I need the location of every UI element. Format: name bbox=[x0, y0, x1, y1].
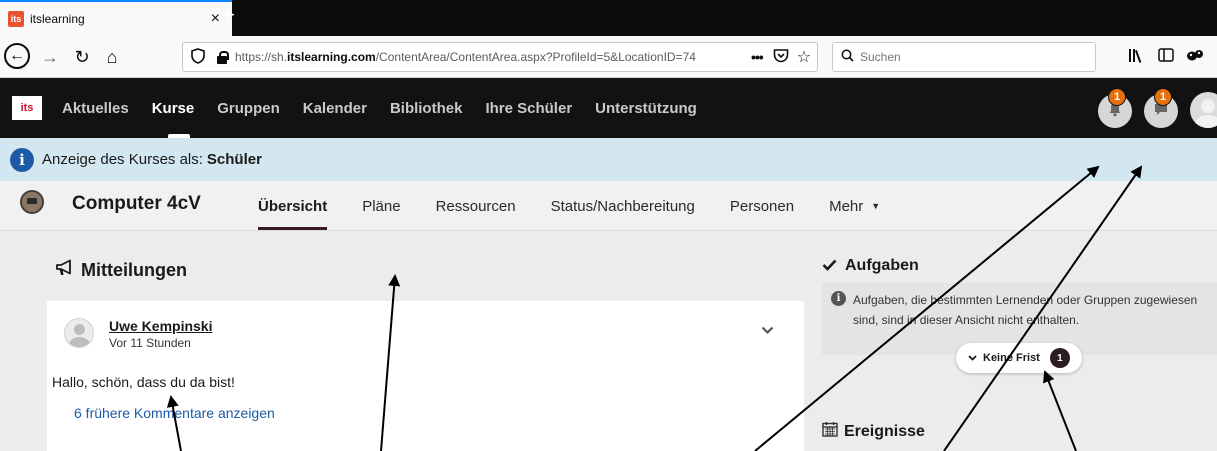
messages-badge: 1 bbox=[1154, 88, 1172, 106]
back-button[interactable]: ← bbox=[4, 43, 30, 69]
app-header: its Aktuelles Kurse Gruppen Kalender Bib… bbox=[0, 78, 1217, 138]
course-tabs: Übersicht Pläne Ressourcen Status/Nachbe… bbox=[258, 181, 915, 231]
course-bar: Computer 4cV Übersicht Pläne Ressourcen … bbox=[0, 181, 1217, 231]
tab-ressourcen[interactable]: Ressourcen bbox=[436, 181, 516, 231]
tab-mehr[interactable]: Mehr ▼ bbox=[829, 181, 880, 231]
tab-plaene[interactable]: Pläne bbox=[362, 181, 400, 231]
show-earlier-comments-link[interactable]: 6 frühere Kommentare anzeigen bbox=[74, 405, 275, 421]
events-title: Ereignisse bbox=[844, 422, 925, 440]
itslearning-favicon-icon: its bbox=[8, 11, 24, 27]
course-overview: Mitteilungen Uwe Kempinski Vor 11 Stunde… bbox=[0, 231, 1217, 451]
nav-item-aktuelles[interactable]: Aktuelles bbox=[62, 78, 129, 138]
search-bar[interactable] bbox=[832, 42, 1096, 72]
sidebar-icon[interactable] bbox=[1158, 48, 1174, 66]
tab-mehr-label: Mehr bbox=[829, 197, 864, 215]
url-bar[interactable]: https://sh.itslearning.com/ContentArea/C… bbox=[182, 42, 818, 72]
lock-icon[interactable] bbox=[215, 50, 229, 64]
tab-status-nachbereitung[interactable]: Status/Nachbereitung bbox=[551, 181, 695, 231]
browser-tab-strip: its itslearning × + bbox=[0, 0, 1217, 36]
banner-text: Anzeige des Kurses als: bbox=[42, 151, 203, 168]
page-actions-icon[interactable]: ••• bbox=[751, 49, 764, 65]
browser-tab[interactable]: its itslearning × bbox=[0, 0, 232, 36]
nav-item-gruppen[interactable]: Gruppen bbox=[217, 78, 280, 138]
info-icon: i bbox=[831, 291, 846, 306]
checkmark-icon bbox=[822, 258, 837, 275]
search-input[interactable] bbox=[860, 50, 1090, 64]
user-avatar[interactable] bbox=[1190, 92, 1217, 128]
search-icon bbox=[841, 49, 854, 65]
notifications-badge: 1 bbox=[1108, 88, 1126, 106]
tab-close-icon[interactable]: × bbox=[211, 10, 220, 28]
pocket-icon[interactable] bbox=[773, 48, 789, 67]
library-icon[interactable] bbox=[1128, 48, 1144, 67]
events-header: Ereignisse bbox=[822, 421, 925, 442]
banner-role: Schüler bbox=[206, 151, 262, 168]
info-icon: i bbox=[10, 147, 34, 172]
forward-button[interactable]: → bbox=[36, 43, 64, 71]
messages-button[interactable]: 1 bbox=[1144, 88, 1178, 128]
chevron-down-icon[interactable] bbox=[761, 323, 774, 338]
post-author[interactable]: Uwe Kempinski bbox=[109, 318, 212, 334]
announcements-header: Mitteilungen bbox=[55, 259, 187, 282]
nav-item-kalender[interactable]: Kalender bbox=[303, 78, 367, 138]
deadline-count-badge: 1 bbox=[1049, 348, 1070, 368]
course-title[interactable]: Computer 4cV bbox=[72, 193, 201, 215]
announcements-title: Mitteilungen bbox=[81, 260, 187, 280]
url-text[interactable]: https://sh.itslearning.com/ContentArea/C… bbox=[235, 50, 747, 64]
sidebar-widgets: Aufgaben i Aufgaben, die bestimmten Lern… bbox=[822, 231, 1217, 451]
nav-item-unterstuetzung[interactable]: Unterstützung bbox=[595, 78, 697, 138]
browser-navbar: ← → ↻ ⌂ https://sh.itslearning.com/Conte… bbox=[0, 36, 1217, 78]
extension-icon[interactable] bbox=[1186, 48, 1204, 66]
home-button[interactable]: ⌂ bbox=[98, 43, 126, 71]
bookmark-star-icon[interactable]: ☆ bbox=[797, 47, 811, 67]
tab-title: itslearning bbox=[30, 12, 85, 26]
tab-uebersicht[interactable]: Übersicht bbox=[258, 181, 328, 231]
new-tab-button[interactable]: + bbox=[222, 2, 235, 28]
nav-item-bibliothek[interactable]: Bibliothek bbox=[390, 78, 463, 138]
no-deadline-filter-button[interactable]: Keine Frist 1 bbox=[956, 343, 1082, 373]
tasks-note-text: Aufgaben, die bestimmten Lernenden oder … bbox=[853, 293, 1198, 327]
reload-button[interactable]: ↻ bbox=[68, 43, 96, 71]
tracking-shield-icon[interactable] bbox=[191, 47, 209, 67]
tab-personen[interactable]: Personen bbox=[730, 181, 794, 231]
notifications-button[interactable]: 1 bbox=[1098, 88, 1132, 128]
author-avatar[interactable] bbox=[64, 318, 94, 348]
caret-down-icon: ▼ bbox=[871, 201, 881, 211]
post-body: Hallo, schön, dass du da bist! bbox=[52, 374, 235, 390]
chevron-down-icon bbox=[968, 353, 977, 363]
nav-item-kurse[interactable]: Kurse bbox=[152, 78, 194, 138]
course-hat-icon bbox=[20, 190, 44, 214]
post-time: Vor 11 Stunden bbox=[109, 336, 191, 350]
nav-item-ihre-schueler[interactable]: Ihre Schüler bbox=[485, 78, 572, 138]
deadline-label: Keine Frist bbox=[983, 352, 1040, 364]
tasks-title: Aufgaben bbox=[845, 257, 919, 274]
calendar-icon bbox=[822, 421, 838, 442]
itslearning-logo[interactable]: its bbox=[12, 96, 42, 120]
view-as-banner: i Anzeige des Kurses als: Schüler bbox=[0, 138, 1217, 181]
megaphone-icon bbox=[55, 259, 75, 282]
announcement-post: Uwe Kempinski Vor 11 Stunden Hallo, schö… bbox=[47, 301, 804, 451]
tasks-header: Aufgaben bbox=[822, 257, 919, 275]
main-nav: Aktuelles Kurse Gruppen Kalender Bibliot… bbox=[62, 78, 720, 138]
